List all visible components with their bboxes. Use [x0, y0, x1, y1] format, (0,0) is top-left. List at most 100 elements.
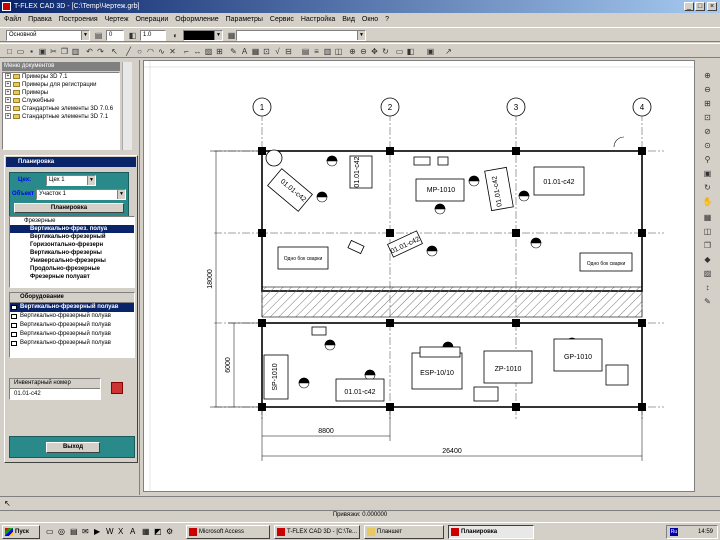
tree-item[interactable]: Вертикально-фрезерный	[10, 233, 134, 241]
planning-button[interactable]: Планировка	[14, 203, 124, 213]
drawing-canvas[interactable]: 1 2 3 4 01.01-с42 МР-1010 01.01-с42 01.0…	[143, 60, 696, 493]
tree-item[interactable]: + Стандартные элементы 3D 7.1	[3, 113, 119, 121]
zoom-window-icon[interactable]: ⊞	[702, 98, 713, 109]
snap-icon[interactable]: ⊞	[214, 46, 225, 57]
zoom-prev-icon[interactable]: ⊘	[702, 126, 713, 137]
tree-item[interactable]: Универсально-фрезерны	[10, 257, 134, 265]
menu-settings[interactable]: Настройка	[301, 16, 335, 23]
menu-file[interactable]: Файл	[4, 16, 21, 23]
machine-bench[interactable]	[419, 346, 461, 358]
layer-combo[interactable]: Основной ▼	[6, 30, 90, 41]
equipment-row[interactable]: Вертикально-фрезерный полуав	[10, 339, 134, 348]
machine-table[interactable]	[413, 156, 431, 166]
equipment-row[interactable]: Вертикально-фрезерный полуав	[10, 321, 134, 330]
save-view-icon[interactable]: ▣	[702, 168, 713, 179]
type-select[interactable]: Цех 1 ▼	[46, 175, 96, 186]
task-planning[interactable]: Планировка	[448, 525, 534, 539]
close-button[interactable]: ×	[707, 2, 717, 11]
copy-icon[interactable]: ❐	[59, 46, 70, 57]
zoom-out-icon[interactable]: ⊖	[702, 84, 713, 95]
checkbox[interactable]	[11, 332, 17, 337]
redo-icon[interactable]: ↷	[95, 46, 106, 57]
menu-parameters[interactable]: Параметры	[226, 16, 263, 23]
tree-item[interactable]: Продольно-фрезерные	[10, 265, 134, 273]
explorer-icon[interactable]: ▤	[70, 527, 80, 537]
layers-icon[interactable]: ≡	[311, 46, 322, 57]
expand-icon[interactable]: +	[5, 113, 11, 120]
expand-icon[interactable]: +	[5, 73, 11, 80]
checkbox[interactable]	[11, 323, 17, 328]
table-icon[interactable]: ▦	[250, 46, 261, 57]
equipment-row[interactable]: Вертикально-фрезерный полуав	[10, 312, 134, 321]
expand-icon[interactable]: +	[5, 105, 11, 112]
dimension-icon[interactable]: ↕	[702, 282, 713, 293]
style-combo[interactable]: ▼	[236, 30, 366, 41]
tree-item[interactable]: + Примеры	[3, 89, 119, 97]
color-icon[interactable]: ◐	[170, 30, 181, 41]
tree-item[interactable]: + Примеры для регистрации	[3, 81, 119, 89]
layer-props-icon[interactable]: ▤	[93, 30, 104, 41]
grid-icon[interactable]: ▤	[300, 46, 311, 57]
roughness-icon[interactable]: √	[272, 46, 283, 57]
paste-icon[interactable]: ▥	[70, 46, 81, 57]
media-icon[interactable]: ▶	[94, 527, 104, 537]
help-pointer-icon[interactable]: ↗	[443, 46, 454, 57]
close-doc-icon[interactable]: ▣	[425, 46, 436, 57]
task-folder[interactable]: Планшет	[364, 525, 444, 539]
menu-help[interactable]: ?	[385, 16, 389, 23]
checkbox[interactable]	[11, 305, 17, 310]
inventory-value[interactable]: 01.01-с42	[10, 389, 100, 399]
variables-icon[interactable]: ▥	[322, 46, 333, 57]
marker-icon[interactable]: ◆	[702, 254, 713, 265]
dimension-icon[interactable]: ↔	[192, 46, 203, 57]
task-access[interactable]: Microsoft Access	[186, 525, 270, 539]
tree-item[interactable]: + Служебные	[3, 97, 119, 105]
mail-icon[interactable]: ✉	[82, 527, 92, 537]
menu-window[interactable]: Окно	[362, 16, 378, 23]
start-button[interactable]: Пуск	[2, 525, 40, 539]
model-icon[interactable]: ◫	[333, 46, 344, 57]
machine-bench[interactable]	[473, 386, 499, 402]
snap-toggle-icon[interactable]: ◫	[702, 226, 713, 237]
pan-icon[interactable]: ✥	[369, 46, 380, 57]
hatch-icon[interactable]: ▨	[203, 46, 214, 57]
color-combo[interactable]: ▼	[183, 30, 223, 41]
expand-icon[interactable]: +	[5, 89, 11, 96]
machine-bench[interactable]	[605, 364, 629, 386]
lock-icon[interactable]: ◧	[127, 30, 138, 41]
menu-operations[interactable]: Операции	[136, 16, 169, 23]
spline-icon[interactable]: ∿	[156, 46, 167, 57]
tree-item-selected[interactable]: Вертикально-фрез. полуа	[10, 225, 134, 233]
fragment-icon[interactable]: ⊡	[261, 46, 272, 57]
zoom-all-icon[interactable]: ⊖	[358, 46, 369, 57]
tree-item[interactable]: + Стандартные элементы 3D 7.0.6	[3, 105, 119, 113]
fragment-icon[interactable]: ❐	[702, 240, 713, 251]
open-icon[interactable]: ▭	[15, 46, 26, 57]
cad-icon[interactable]: ◩	[154, 527, 164, 537]
crane-symbol[interactable]	[265, 149, 283, 167]
menu-construct[interactable]: Построения	[59, 16, 98, 23]
object-select[interactable]: Участок 1 ▼	[36, 189, 126, 200]
line-icon[interactable]: ╱	[123, 46, 134, 57]
undo-icon[interactable]: ↶	[84, 46, 95, 57]
desktop-icon[interactable]: ▭	[46, 527, 56, 537]
tree-item[interactable]: + Примеры 3D 7.1	[3, 73, 119, 81]
magnifier-icon[interactable]: ⚲	[702, 154, 713, 165]
access-icon[interactable]: A	[130, 527, 140, 537]
door-symbol[interactable]	[613, 136, 625, 148]
print-icon[interactable]: ▣	[37, 46, 48, 57]
scale-combo[interactable]: 1.0	[140, 30, 166, 41]
hatch-icon[interactable]: ▨	[702, 268, 713, 279]
arc-icon[interactable]: ◠	[145, 46, 156, 57]
maximize-button[interactable]: □	[695, 2, 705, 11]
text-icon[interactable]: A	[239, 46, 250, 57]
menu-drawing[interactable]: Чертеж	[105, 16, 129, 23]
machine-table[interactable]	[437, 156, 449, 166]
tree-scrollbar[interactable]	[122, 62, 132, 150]
checkbox[interactable]	[11, 341, 17, 346]
tree-item[interactable]: Фрезерные полуавт	[10, 273, 134, 281]
new-icon[interactable]: □	[4, 46, 15, 57]
tree-root[interactable]: Фрезерные	[10, 217, 134, 225]
hatched-corridor[interactable]	[261, 286, 643, 318]
redraw-icon[interactable]: ↻	[702, 182, 713, 193]
